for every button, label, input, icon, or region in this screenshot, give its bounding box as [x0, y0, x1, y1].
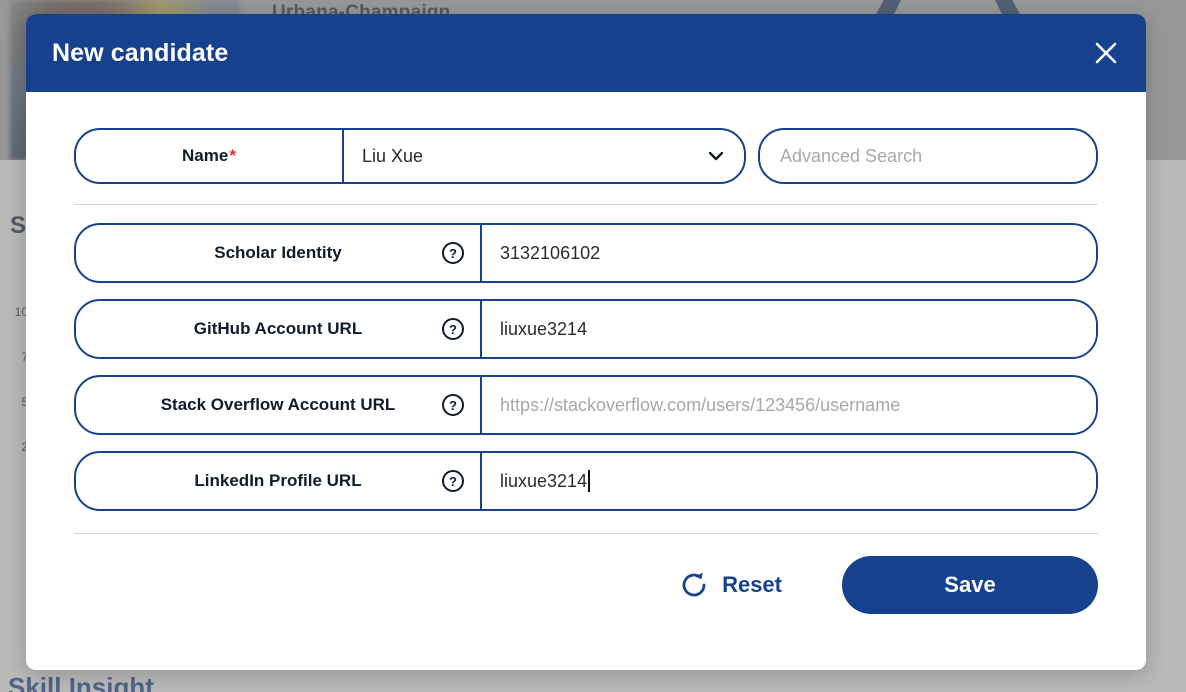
- save-button[interactable]: Save: [842, 556, 1098, 614]
- scholar-identity-value: 3132106102: [500, 242, 601, 263]
- name-selected-value: Liu Xue: [362, 145, 424, 166]
- question-mark-icon[interactable]: ?: [442, 318, 464, 340]
- refresh-icon: [678, 569, 710, 601]
- dialog-body: Name * Liu Xue Advanced Search Scholar I…: [26, 92, 1146, 614]
- page-root: Urbana-Champaign S 10 7 5 2 Skill Insigh…: [0, 0, 1186, 692]
- reset-button[interactable]: Reset: [674, 563, 786, 607]
- linkedin-url-value: liuxue3214: [500, 470, 588, 491]
- required-asterisk: *: [229, 146, 236, 165]
- stackoverflow-url-input[interactable]: https://stackoverflow.com/users/123456/u…: [482, 377, 1096, 433]
- field-row-scholar-identity: Scholar Identity ? 3132106102: [74, 223, 1098, 283]
- scholar-identity-input[interactable]: 3132106102: [482, 225, 1096, 281]
- reset-label: Reset: [722, 572, 782, 597]
- field-row-linkedin-url: LinkedIn Profile URL ? liuxue3214: [74, 451, 1098, 511]
- name-label: Name *: [76, 130, 344, 182]
- github-url-label: GitHub Account URL ?: [76, 301, 482, 357]
- question-mark-icon[interactable]: ?: [442, 470, 464, 492]
- linkedin-url-label-text: LinkedIn Profile URL: [194, 471, 362, 490]
- dialog-header: New candidate: [26, 14, 1146, 92]
- text-caret: [588, 470, 590, 492]
- stackoverflow-url-placeholder: https://stackoverflow.com/users/123456/u…: [500, 394, 901, 415]
- advanced-search-input[interactable]: [758, 128, 1098, 184]
- linkedin-url-input[interactable]: liuxue3214: [482, 453, 1096, 509]
- dialog-actions: Reset Save: [74, 534, 1098, 614]
- name-row: Name * Liu Xue: [74, 128, 1098, 184]
- question-mark-icon[interactable]: ?: [442, 394, 464, 416]
- stackoverflow-url-label-text: Stack Overflow Account URL: [160, 395, 396, 414]
- stackoverflow-url-label: Stack Overflow Account URL ?: [76, 377, 482, 433]
- scholar-identity-label-text: Scholar Identity: [214, 243, 342, 262]
- chevron-down-icon[interactable]: [706, 146, 726, 166]
- fields-stack: Scholar Identity ? 3132106102 GitHub Acc…: [74, 223, 1098, 511]
- linkedin-url-label: LinkedIn Profile URL ?: [76, 453, 482, 509]
- github-url-value: liuxue3214: [500, 318, 588, 339]
- field-row-stackoverflow-url: Stack Overflow Account URL ? https://sta…: [74, 375, 1098, 435]
- github-url-input[interactable]: liuxue3214: [482, 301, 1096, 357]
- github-url-label-text: GitHub Account URL: [193, 319, 363, 338]
- dialog-title: New candidate: [52, 38, 229, 67]
- close-icon: [1093, 40, 1119, 66]
- close-button[interactable]: [1088, 35, 1124, 71]
- scholar-identity-label: Scholar Identity ?: [76, 225, 482, 281]
- top-divider: [74, 204, 1098, 205]
- field-row-github-url: GitHub Account URL ? liuxue3214: [74, 299, 1098, 359]
- question-mark-icon[interactable]: ?: [442, 242, 464, 264]
- name-select-group[interactable]: Name * Liu Xue: [74, 128, 746, 184]
- new-candidate-dialog: New candidate Name * Liu Xue Advanced Se…: [26, 14, 1146, 670]
- name-label-text: Name: [182, 146, 229, 165]
- name-select[interactable]: Liu Xue: [344, 130, 744, 182]
